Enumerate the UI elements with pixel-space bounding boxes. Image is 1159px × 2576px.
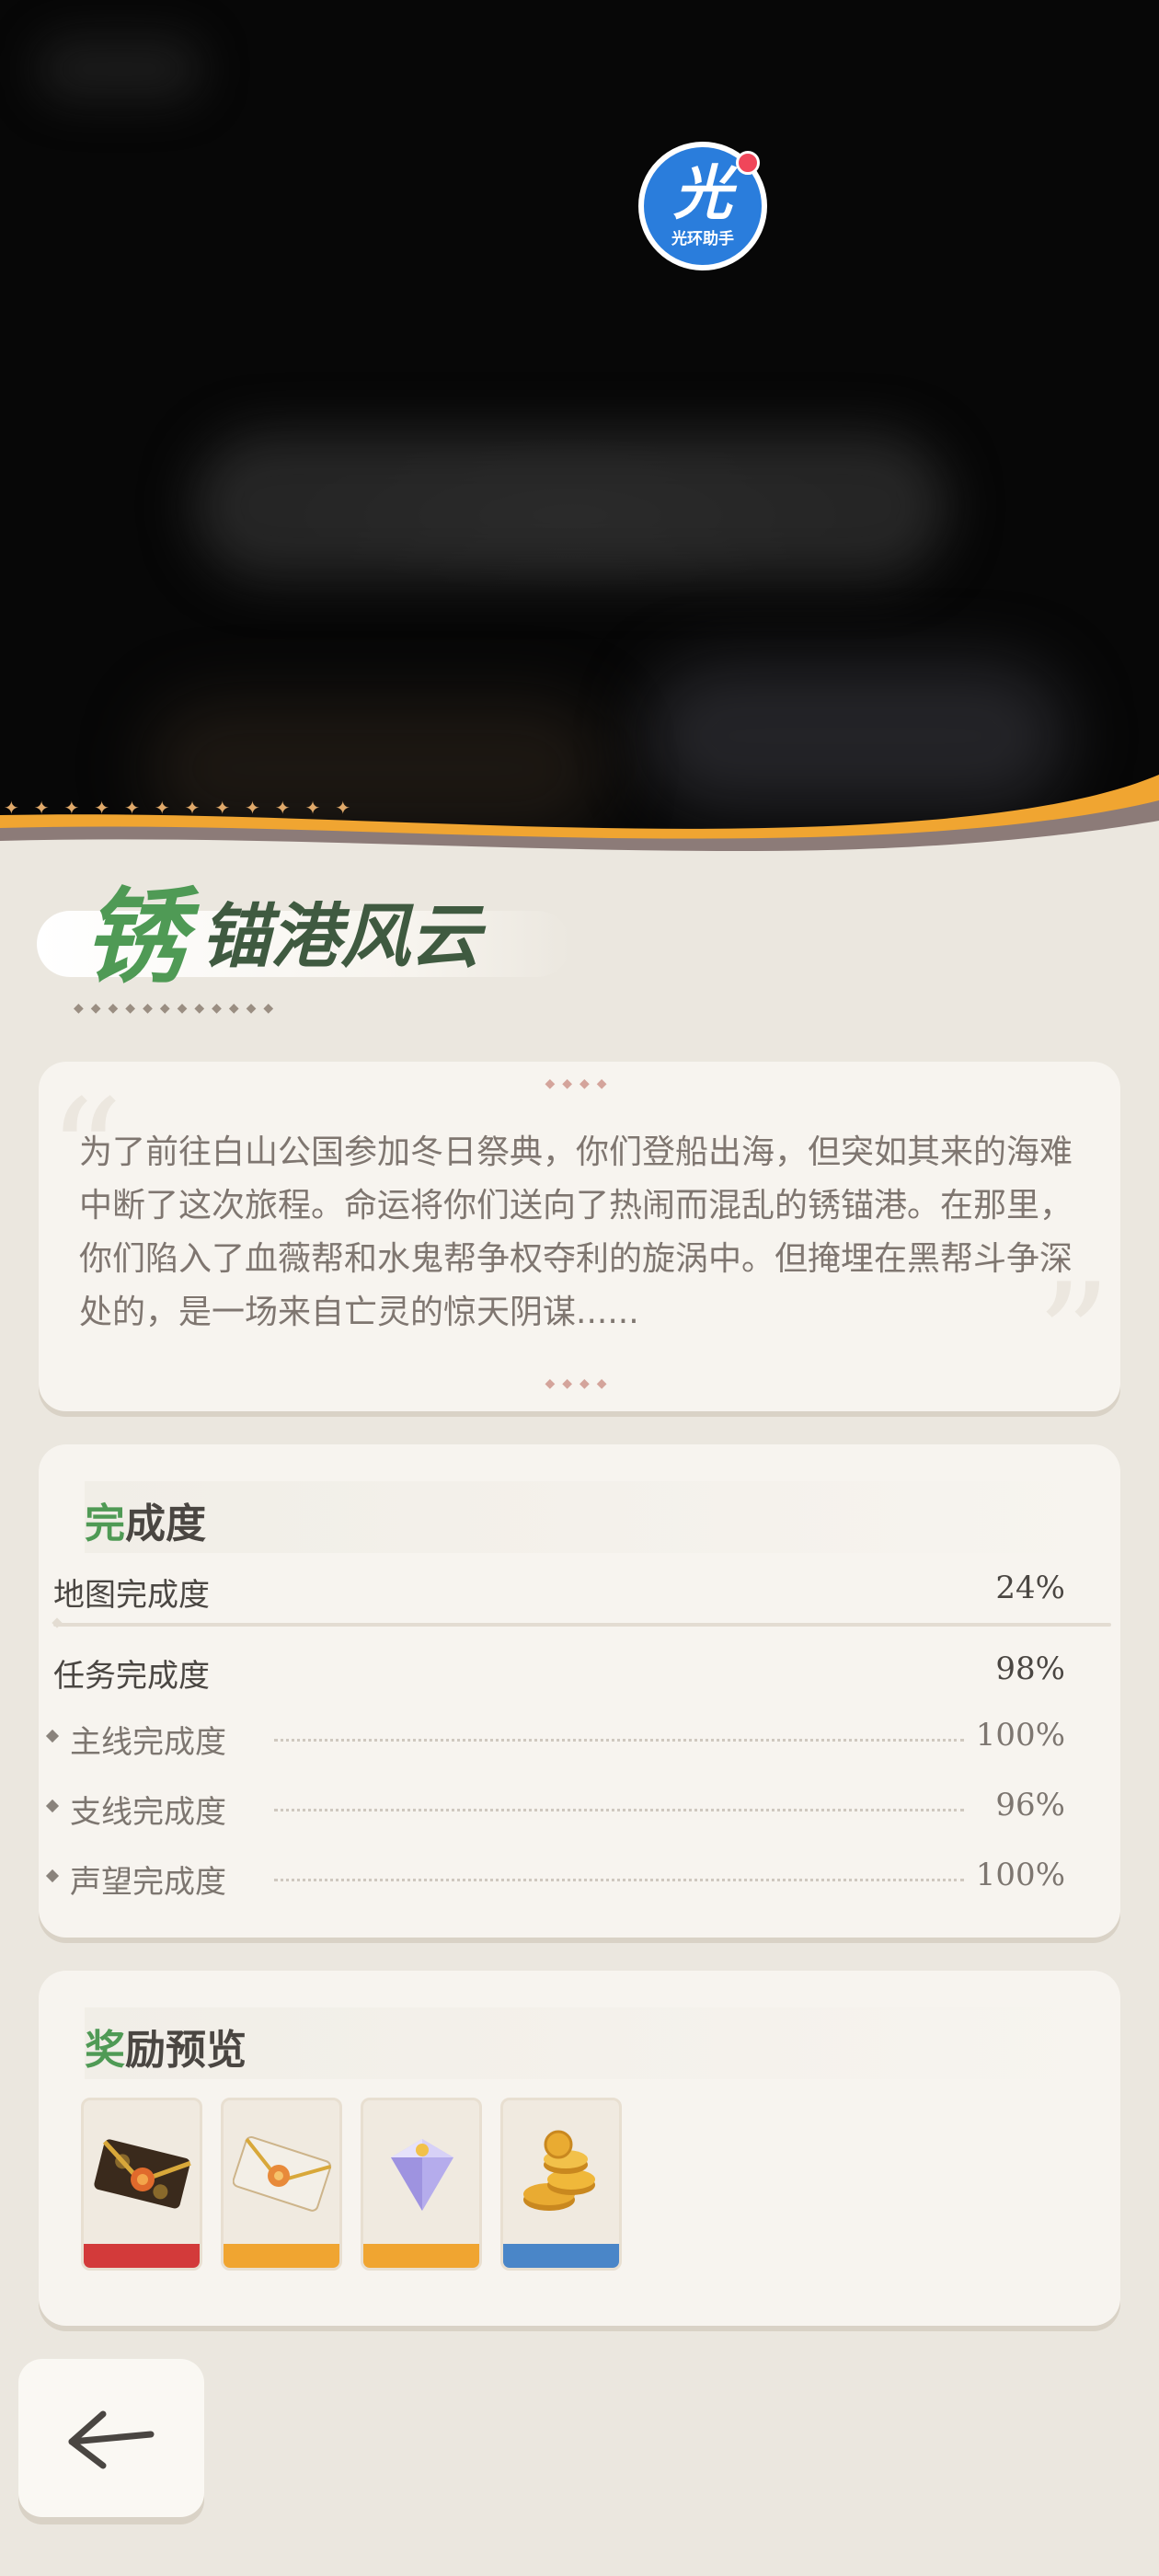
white-envelope-icon bbox=[233, 2136, 332, 2212]
rewards-heading: 奖励预览 bbox=[85, 2007, 1096, 2079]
description-text: 为了前往白山公国参加冬日祭典，你们登船出海，但突如其来的海难中断了这次旅程。命运… bbox=[79, 1133, 1073, 1331]
app-logo[interactable]: 光 光环助手 bbox=[638, 142, 767, 270]
quest-title: 锈 锚港风云 bbox=[37, 846, 589, 997]
completion-heading: 完成度 bbox=[85, 1481, 1096, 1553]
dark-envelope-icon bbox=[94, 2139, 191, 2209]
main-quest-row: 主线完成度 100% bbox=[45, 1711, 1065, 1761]
reward-item-dark-envelope[interactable] bbox=[81, 2098, 202, 2271]
notification-dot-icon bbox=[736, 151, 760, 175]
reputation-row: 声望完成度 100% bbox=[45, 1851, 1065, 1901]
crystal-gem-icon bbox=[391, 2139, 453, 2211]
title-dots: ◆◆◆◆◆◆◆◆◆◆◆◆ bbox=[74, 1001, 281, 1016]
back-button[interactable] bbox=[18, 2359, 204, 2517]
reward-item-white-envelope[interactable] bbox=[221, 2098, 342, 2271]
title-first-char: 锈 bbox=[83, 877, 186, 997]
logo-name: 光环助手 bbox=[671, 229, 734, 248]
reward-item-crystal[interactable] bbox=[361, 2098, 482, 2271]
side-quest-row: 支线完成度 96% bbox=[45, 1781, 1065, 1831]
logo-glyph: 光 bbox=[673, 159, 732, 228]
gold-coins-icon bbox=[523, 2130, 595, 2211]
map-completion-row: 地图完成度 24% bbox=[53, 1570, 1065, 1614]
star-ornament: ✦ ✦ ✦ ✦ ✦ ✦ ✦ ✦ ✦ ✦ ✦ ✦ bbox=[4, 797, 351, 819]
divider bbox=[53, 1623, 1111, 1627]
title-rest: 锚港风云 bbox=[201, 895, 480, 977]
back-arrow-icon bbox=[68, 2410, 155, 2469]
description-card: “ ” ◆◆◆◆ 为了前往白山公国参加冬日祭典，你们登船出海，但突如其来的海难中… bbox=[39, 1062, 1120, 1411]
quest-completion-row: 任务完成度 98% bbox=[53, 1650, 1065, 1695]
rewards-card: 奖励预览 bbox=[39, 1971, 1120, 2326]
hero-banner bbox=[0, 0, 1159, 883]
reward-item-coins[interactable] bbox=[500, 2098, 622, 2271]
